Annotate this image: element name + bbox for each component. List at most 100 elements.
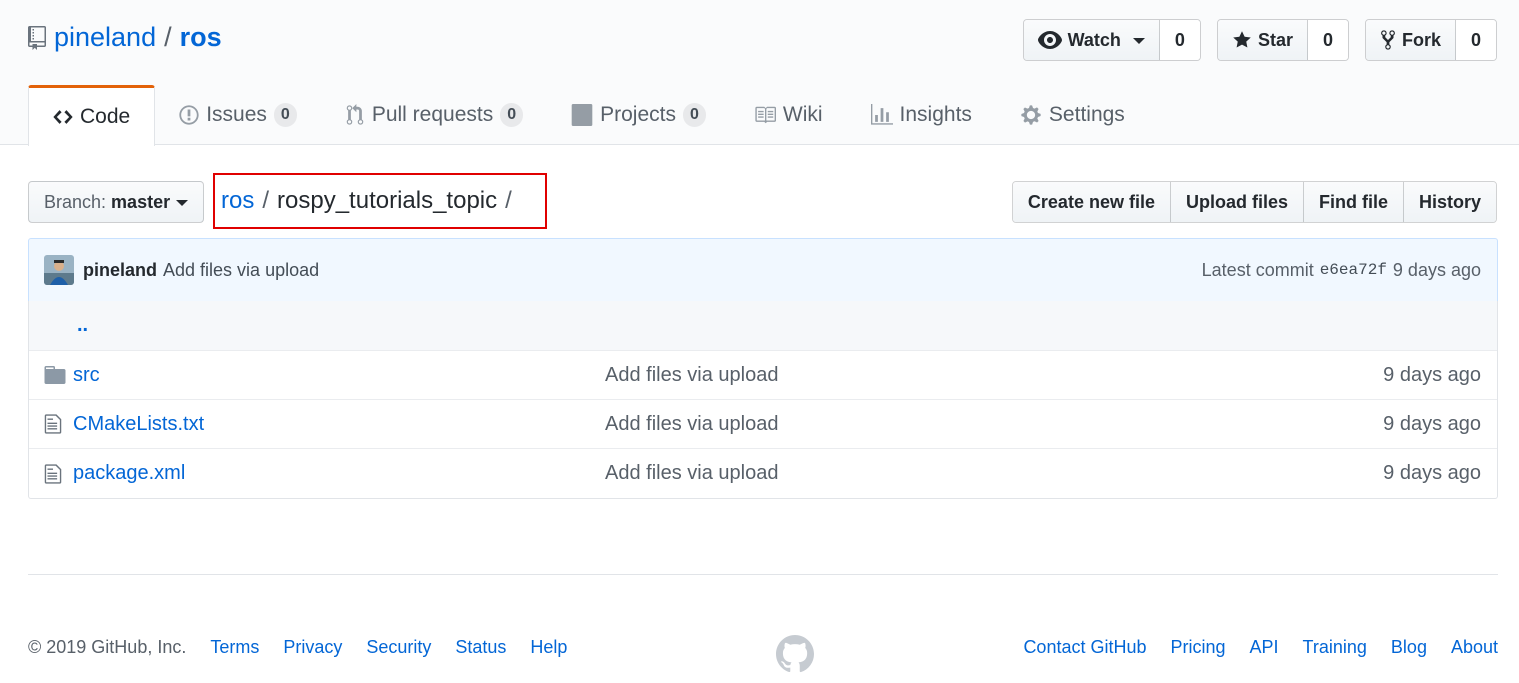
branch-select-button[interactable]: Branch: master bbox=[28, 181, 205, 223]
star-group: Star 0 bbox=[1216, 19, 1349, 61]
book-icon bbox=[755, 106, 776, 124]
tab-issues[interactable]: Issues 0 bbox=[155, 85, 321, 145]
repo-title: pineland / ros bbox=[28, 22, 222, 53]
avatar[interactable] bbox=[44, 255, 74, 285]
tab-label: Issues bbox=[206, 103, 267, 126]
fork-count[interactable]: 0 bbox=[1455, 20, 1496, 60]
footer-link-about[interactable]: About bbox=[1451, 637, 1498, 658]
dropdown-caret-icon bbox=[1132, 38, 1145, 44]
star-button[interactable]: Star bbox=[1217, 20, 1308, 60]
watch-count[interactable]: 0 bbox=[1159, 20, 1200, 60]
file-age: 9 days ago bbox=[1383, 412, 1481, 435]
tab-code[interactable]: Code bbox=[28, 85, 156, 146]
breadcrumb-current: rospy_tutorials_topic bbox=[277, 187, 498, 214]
footer-link-privacy[interactable]: Privacy bbox=[283, 637, 342, 658]
create-new-file-button[interactable]: Create new file bbox=[1012, 182, 1171, 222]
tab-label: Wiki bbox=[782, 103, 823, 126]
table-row: CMakeLists.txt Add files via upload 9 da… bbox=[29, 400, 1497, 449]
tab-label: Settings bbox=[1048, 103, 1125, 126]
github-mark-icon[interactable] bbox=[776, 635, 814, 673]
issue-opened-icon bbox=[179, 105, 199, 125]
repo-forked-icon bbox=[1381, 30, 1395, 50]
footer-link-status[interactable]: Status bbox=[455, 637, 506, 658]
file-name-link[interactable]: src bbox=[73, 364, 605, 387]
commit-author-link[interactable]: pineland bbox=[83, 260, 157, 281]
issues-counter: 0 bbox=[273, 103, 297, 127]
commit-tease: pineland Add files via upload Latest com… bbox=[28, 238, 1498, 302]
footer-link-pricing[interactable]: Pricing bbox=[1171, 637, 1226, 658]
footer-link-contact[interactable]: Contact GitHub bbox=[1023, 637, 1146, 658]
tab-projects[interactable]: Projects 0 bbox=[547, 85, 730, 145]
commit-age: 9 days ago bbox=[1392, 259, 1481, 280]
file-icon bbox=[29, 463, 73, 485]
git-pull-request-icon bbox=[346, 104, 364, 125]
file-name-link[interactable]: CMakeLists.txt bbox=[73, 413, 605, 436]
eye-icon bbox=[1037, 31, 1062, 49]
history-button[interactable]: History bbox=[1403, 182, 1496, 222]
repo-nav: Code Issues 0 Pull requests 0 Projects 0… bbox=[28, 85, 1149, 146]
tab-label: Code bbox=[80, 105, 131, 128]
footer-link-training[interactable]: Training bbox=[1303, 637, 1367, 658]
dropdown-caret-icon bbox=[176, 200, 189, 206]
fork-button[interactable]: Fork bbox=[1365, 20, 1456, 60]
pagehead-actions: Watch 0 Star 0 Fork 0 bbox=[1022, 19, 1497, 61]
footer-link-blog[interactable]: Blog bbox=[1391, 637, 1427, 658]
table-row: package.xml Add files via upload 9 days … bbox=[29, 449, 1497, 498]
latest-commit: Latest commit e6ea72f 9 days ago bbox=[1202, 260, 1481, 281]
star-count[interactable]: 0 bbox=[1307, 20, 1348, 60]
footer-link-security[interactable]: Security bbox=[366, 637, 431, 658]
site-footer: © 2019 GitHub, Inc. Terms Privacy Securi… bbox=[28, 574, 1498, 673]
breadcrumb-trailing-separator: / bbox=[505, 187, 512, 214]
breadcrumb-root-link[interactable]: ros bbox=[221, 187, 254, 215]
code-icon bbox=[53, 110, 73, 124]
tab-label: Pull requests bbox=[371, 103, 494, 126]
tab-pull-requests[interactable]: Pull requests 0 bbox=[321, 85, 547, 145]
repo-icon bbox=[28, 25, 46, 50]
file-commit-message-link[interactable]: Add files via upload bbox=[605, 413, 1383, 436]
parent-directory-link[interactable]: .. bbox=[77, 314, 88, 337]
upload-files-button[interactable]: Upload files bbox=[1170, 182, 1304, 222]
repo-owner-link[interactable]: pineland bbox=[54, 22, 156, 53]
tab-label: Insights bbox=[899, 103, 972, 126]
breadcrumb-separator: / bbox=[262, 187, 270, 214]
avatar-image bbox=[44, 255, 74, 285]
footer-link-help[interactable]: Help bbox=[530, 637, 567, 658]
graph-icon bbox=[870, 104, 893, 125]
file-name-link[interactable]: package.xml bbox=[73, 462, 605, 485]
file-age: 9 days ago bbox=[1383, 363, 1481, 386]
branch-name: master bbox=[111, 191, 171, 212]
gear-icon bbox=[1021, 105, 1041, 125]
file-actions: Create new file Upload files Find file H… bbox=[1011, 181, 1497, 223]
file-list: .. src Add files via upload 9 days ago C… bbox=[28, 301, 1498, 499]
fork-label: Fork bbox=[1401, 29, 1441, 50]
footer-right: Contact GitHub Pricing API Training Blog… bbox=[999, 637, 1498, 658]
table-row: src Add files via upload 9 days ago bbox=[29, 351, 1497, 400]
branch-prefix: Branch: bbox=[44, 191, 107, 212]
pull-requests-counter: 0 bbox=[500, 103, 524, 127]
commit-message-link[interactable]: Add files via upload bbox=[163, 260, 319, 281]
footer-link-api[interactable]: API bbox=[1250, 637, 1279, 658]
fork-group: Fork 0 bbox=[1364, 19, 1497, 61]
file-directory-icon bbox=[29, 366, 73, 384]
find-file-button[interactable]: Find file bbox=[1303, 182, 1404, 222]
commit-sha-link[interactable]: e6ea72f bbox=[1320, 261, 1387, 279]
file-commit-message-link[interactable]: Add files via upload bbox=[605, 364, 1383, 387]
repo-name-link[interactable]: ros bbox=[180, 22, 222, 53]
projects-counter: 0 bbox=[682, 103, 706, 127]
tab-insights[interactable]: Insights bbox=[847, 85, 996, 145]
footer-link-terms[interactable]: Terms bbox=[210, 637, 259, 658]
repo-header: pineland / ros Watch 0 Star 0 Fork 0 Cod… bbox=[0, 0, 1519, 146]
repo-separator: / bbox=[164, 22, 172, 52]
tab-label: Projects bbox=[600, 103, 676, 126]
star-label: Star bbox=[1257, 29, 1293, 50]
file-commit-message-link[interactable]: Add files via upload bbox=[605, 462, 1383, 485]
copyright: © 2019 GitHub, Inc. bbox=[28, 637, 187, 657]
parent-directory-row[interactable]: .. bbox=[29, 301, 1497, 351]
breadcrumb: ros / rospy_tutorials_topic / bbox=[213, 173, 547, 229]
latest-commit-label: Latest commit bbox=[1201, 259, 1314, 280]
tab-wiki[interactable]: Wiki bbox=[730, 85, 847, 145]
watch-button[interactable]: Watch bbox=[1023, 20, 1160, 60]
watch-group: Watch 0 bbox=[1022, 19, 1201, 61]
tab-settings[interactable]: Settings bbox=[996, 85, 1149, 145]
file-icon bbox=[29, 413, 73, 435]
